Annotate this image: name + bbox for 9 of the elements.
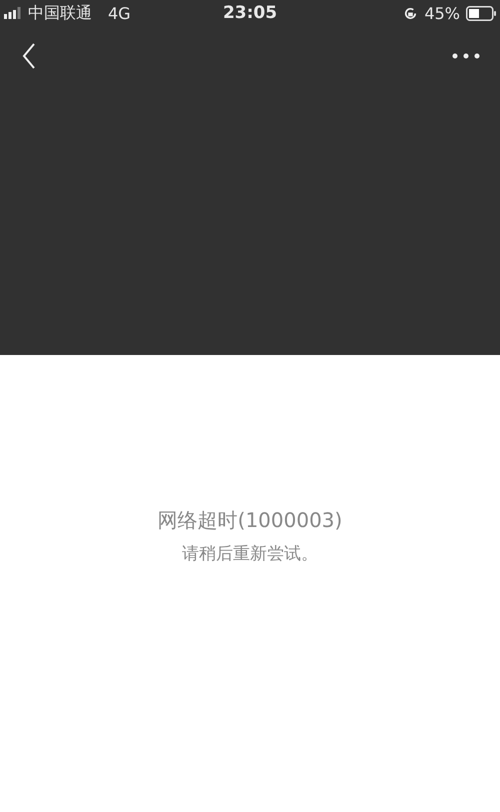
clock-time: 23:05: [222, 3, 278, 23]
error-title: 网络超时(1000003): [158, 507, 342, 534]
carrier-name: 中国联通: [28, 2, 92, 24]
error-message: 请稍后重新尝试。: [182, 543, 318, 565]
rotation-lock-icon: [403, 6, 418, 20]
network-type: 4G: [108, 4, 131, 22]
battery-percentage: 45%: [424, 4, 460, 22]
signal-icon: [4, 7, 22, 19]
battery-icon: [466, 6, 496, 20]
